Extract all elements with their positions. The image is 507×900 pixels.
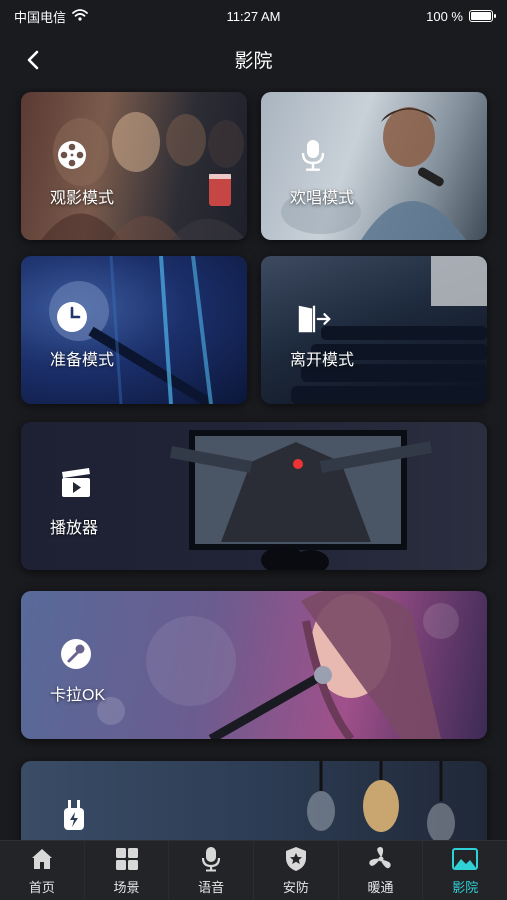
voice-mic-icon bbox=[198, 846, 224, 872]
play-clapper-icon bbox=[57, 464, 95, 502]
chevron-left-icon bbox=[27, 50, 39, 70]
tab-hvac[interactable]: 暖通 bbox=[339, 841, 424, 900]
home-icon bbox=[29, 846, 55, 872]
fan-icon bbox=[368, 846, 394, 872]
film-reel-icon bbox=[53, 136, 91, 174]
cinema-icon bbox=[452, 846, 479, 872]
tab-label: 首页 bbox=[28, 879, 55, 895]
tab-label: 暖通 bbox=[367, 879, 394, 895]
tab-label: 场景 bbox=[113, 879, 140, 895]
battery-percent: 100 % bbox=[426, 8, 463, 24]
karaoke-mic-icon bbox=[57, 635, 95, 673]
card-label: 准备模式 bbox=[50, 352, 115, 369]
card-ready-mode[interactable]: 准备模式 bbox=[21, 256, 247, 404]
card-sing-mode[interactable]: 欢唱模式 bbox=[261, 92, 487, 240]
back-button[interactable] bbox=[18, 45, 48, 75]
tab-security[interactable]: 安防 bbox=[254, 841, 339, 900]
carrier-label: 中国电信 bbox=[14, 9, 67, 25]
status-right: 100 % bbox=[426, 8, 496, 24]
card-movie-mode[interactable]: 观影模式 bbox=[21, 92, 247, 240]
wifi-icon bbox=[72, 8, 88, 24]
microphone-icon bbox=[294, 136, 332, 174]
card-leave-mode[interactable]: 离开模式 bbox=[261, 256, 487, 404]
card-label: 卡拉OK bbox=[50, 687, 106, 704]
page-title: 影院 bbox=[234, 50, 273, 72]
status-left: 中国电信 bbox=[14, 7, 88, 26]
grid-icon bbox=[114, 846, 140, 872]
bottom-tab-bar: 首页 场景 语音 安防 暖通 影院 bbox=[0, 840, 507, 900]
card-label: 离开模式 bbox=[290, 352, 355, 369]
tab-voice[interactable]: 语音 bbox=[169, 841, 255, 900]
exit-door-icon bbox=[295, 300, 333, 338]
tab-scenes[interactable]: 场景 bbox=[85, 841, 170, 900]
battery-fill bbox=[471, 12, 491, 20]
clock-icon bbox=[53, 298, 91, 336]
cinema-scene-list: 观影模式 欢唱模式 准备模式 离开模式 播放器 卡拉OK bbox=[0, 88, 507, 840]
status-bar: 中国电信 11:27 AM 100 % bbox=[0, 0, 507, 32]
card-player[interactable]: 播放器 bbox=[21, 422, 487, 570]
card-power[interactable] bbox=[21, 761, 487, 840]
tab-home[interactable]: 首页 bbox=[0, 841, 85, 900]
tab-cinema[interactable]: 影院 bbox=[423, 841, 507, 900]
card-label: 播放器 bbox=[50, 520, 99, 537]
card-karaoke[interactable]: 卡拉OK bbox=[21, 591, 487, 739]
tab-label: 语音 bbox=[198, 879, 225, 895]
card-label: 欢唱模式 bbox=[290, 190, 355, 207]
shield-icon bbox=[283, 846, 309, 872]
power-plug-icon bbox=[55, 797, 93, 835]
tab-label: 安防 bbox=[282, 879, 309, 895]
tab-label: 影院 bbox=[452, 879, 479, 895]
nav-bar: 影院 bbox=[0, 36, 507, 82]
battery-icon bbox=[469, 10, 496, 22]
card-label: 观影模式 bbox=[50, 190, 115, 207]
